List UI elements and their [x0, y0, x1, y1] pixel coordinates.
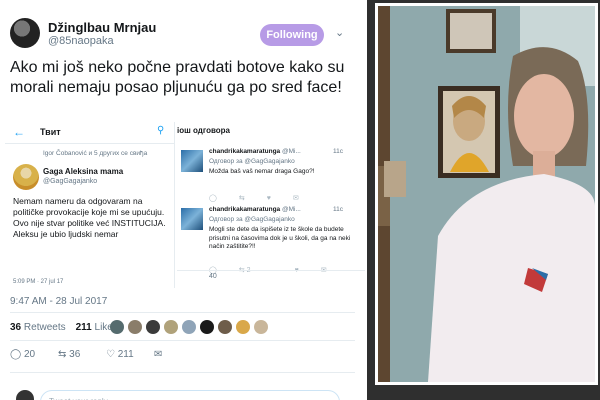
- retweets-count[interactable]: 36: [10, 322, 21, 333]
- chevron-down-icon[interactable]: ⌄: [335, 26, 344, 39]
- like-action[interactable]: ♡ 211: [106, 349, 134, 360]
- embedded-screenshot: ← Твит ⚲ Igor Čobanović и 5 других се св…: [5, 122, 365, 288]
- reply-item: chandrikakamaratunga @Mi... 11с Одговор …: [177, 146, 365, 212]
- tweet-counts: 36 Retweets 211 Likes: [10, 322, 118, 333]
- portrait-photo: [378, 6, 595, 382]
- replies-header: іош одговора: [177, 126, 231, 135]
- reply-to-line: Одговор за @GagGagajanko: [209, 158, 295, 165]
- embedded-tweet-text: Nemam nameru da odgovaram na političke p…: [13, 196, 166, 239]
- reply-author: chandrikakamaratunga @Mi...: [209, 148, 301, 155]
- divider: [10, 312, 355, 313]
- liker-avatar[interactable]: [200, 320, 214, 334]
- reply-author: chandrikakamaratunga @Mi...: [209, 206, 301, 213]
- reply-actions: ◯ ⇆ ♥ ✉: [209, 194, 359, 202]
- mail-icon: ✉: [154, 349, 163, 360]
- liker-avatar[interactable]: [146, 320, 160, 334]
- heart-icon: ♥: [266, 195, 271, 202]
- tweet-text: Ako mi još neko počne pravdati botove ka…: [10, 59, 345, 96]
- message-action[interactable]: ✉: [154, 349, 162, 360]
- search-icon: ⚲: [157, 125, 165, 136]
- reply-action[interactable]: ◯ 20: [10, 349, 35, 360]
- retweet-icon: ⇆: [238, 195, 245, 202]
- embedded-author-avatar: [13, 164, 39, 190]
- retweet-action[interactable]: ⇆ 36: [58, 349, 80, 360]
- likes-count[interactable]: 211: [76, 322, 92, 333]
- tweet-timestamp[interactable]: 9:47 AM - 28 Jul 2017: [10, 296, 107, 307]
- share-icon: ✉: [292, 195, 299, 202]
- likes-note: Igor Čobanović и 5 других се свиђа: [43, 150, 148, 157]
- retweet-icon: ⇆: [58, 349, 67, 360]
- liker-avatar[interactable]: [218, 320, 232, 334]
- author-name[interactable]: Džinglbau Mrnjau: [48, 20, 156, 35]
- liker-avatar[interactable]: [110, 320, 124, 334]
- embedded-top-bar: ← Твит ⚲: [5, 122, 175, 144]
- reply-input[interactable]: Tweet your reply: [40, 390, 340, 400]
- liker-avatar[interactable]: [128, 320, 142, 334]
- reply-time: 11с: [333, 148, 343, 155]
- embedded-title: Твит: [40, 127, 61, 137]
- reply-text: Možda baš vaš nemar draga Gago?!: [209, 168, 315, 175]
- divider: [10, 340, 355, 341]
- reply-item: chandrikakamaratunga @Mi... 11с Одговор …: [177, 204, 365, 274]
- reply-avatar: [181, 150, 203, 172]
- following-button[interactable]: Following: [260, 24, 324, 46]
- tweet-header: Džinglbau Mrnjau @85naopaka Following ⌄: [10, 18, 360, 50]
- liker-avatar[interactable]: [254, 320, 268, 334]
- liker-avatar[interactable]: [164, 320, 178, 334]
- divider: [10, 372, 355, 373]
- reply-time: 11с: [333, 206, 343, 213]
- embedded-author-handle: @GagGagajanko: [43, 178, 98, 185]
- reply-item-partial: 40: [177, 270, 365, 288]
- reply-stub: 40: [209, 273, 217, 280]
- embedded-author-name: Gaga Aleksina mama: [43, 167, 124, 176]
- reply-avatar: [181, 208, 203, 230]
- portrait-illustration: [378, 6, 595, 382]
- liker-avatar[interactable]: [236, 320, 250, 334]
- replies-panel: іош одговора chandrikakamaratunga @Mi...…: [175, 122, 365, 288]
- embedded-tweet-panel: ← Твит ⚲ Igor Čobanović и 5 других се св…: [5, 122, 175, 288]
- photo-frame: [375, 3, 598, 385]
- author-avatar[interactable]: [10, 18, 40, 48]
- tweet-card: Džinglbau Mrnjau @85naopaka Following ⌄ …: [0, 0, 367, 400]
- reply-to-line: Одговор за @GagGagajanko: [209, 216, 295, 223]
- author-handle[interactable]: @85naopaka: [48, 35, 114, 47]
- reply-bar: Tweet your reply: [10, 384, 355, 400]
- reply-text: Mogli ste dete da ispišete iz te škole d…: [209, 226, 351, 250]
- screenshot-canvas: Džinglbau Mrnjau @85naopaka Following ⌄ …: [0, 0, 600, 400]
- reply-icon: ◯: [209, 195, 217, 202]
- heart-icon: ♡: [106, 349, 115, 360]
- user-avatar: [16, 390, 34, 400]
- back-arrow-icon: ←: [13, 125, 25, 139]
- embedded-tweet-time: 5:09 PM · 27 jul 17: [13, 279, 64, 285]
- retweets-label[interactable]: Retweets: [24, 322, 66, 333]
- reply-icon: ◯: [10, 349, 22, 360]
- liker-avatar[interactable]: [182, 320, 196, 334]
